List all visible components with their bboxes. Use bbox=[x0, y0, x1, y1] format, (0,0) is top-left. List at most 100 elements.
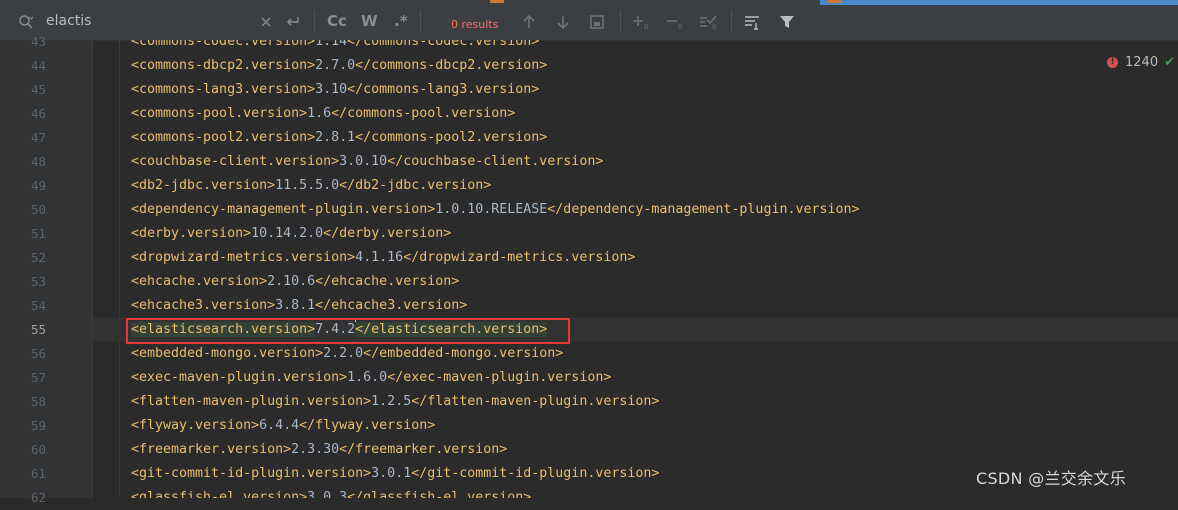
xml-open-tag: <flatten-maven-plugin.version> bbox=[131, 394, 372, 409]
code-line[interactable]: <commons-pool.version>1.6</commons-pool.… bbox=[131, 102, 515, 126]
code-line[interactable]: <commons-dbcp2.version>2.7.0</commons-db… bbox=[131, 54, 547, 78]
code-line[interactable]: <couchbase-client.version>3.0.10</couchb… bbox=[131, 150, 603, 174]
separator bbox=[620, 10, 621, 32]
code-line[interactable]: <commons-pool2.version>2.8.1</commons-po… bbox=[131, 126, 547, 150]
xml-open-tag: <commons-dbcp2.version> bbox=[131, 58, 316, 73]
xml-open-tag: <freemarker.version> bbox=[131, 442, 292, 457]
xml-close-tag: </git-commit-id-plugin.version> bbox=[411, 466, 660, 481]
xml-close-tag: </flatten-maven-plugin.version> bbox=[411, 394, 660, 409]
svg-text:II: II bbox=[712, 23, 716, 30]
code-editor[interactable]: <commons-codec.version>1.14</commons-cod… bbox=[93, 40, 1178, 498]
xml-open-tag: <glassfish-el.version> bbox=[131, 490, 308, 498]
add-occurrence-icon[interactable]: II bbox=[632, 14, 648, 30]
code-line[interactable]: <db2-jdbc.version>11.5.5.0</db2-jdbc.ver… bbox=[131, 174, 491, 198]
code-line[interactable]: <dropwizard-metrics.version>4.1.16</drop… bbox=[131, 246, 635, 270]
xml-open-tag: <db2-jdbc.version> bbox=[131, 178, 276, 193]
newline-icon[interactable] bbox=[285, 14, 301, 30]
code-line[interactable]: <dependency-management-plugin.version>1.… bbox=[131, 198, 860, 222]
xml-close-tag: </flyway.version> bbox=[299, 418, 436, 433]
line-number: 44 bbox=[30, 58, 46, 73]
filter-results-icon[interactable] bbox=[744, 14, 760, 30]
code-line[interactable]: <glassfish-el.version>3.0.3</glassfish-e… bbox=[131, 486, 531, 498]
search-input[interactable] bbox=[46, 12, 246, 30]
line-number: 45 bbox=[30, 82, 46, 97]
words-toggle[interactable]: W bbox=[361, 12, 378, 30]
clear-icon[interactable] bbox=[258, 14, 274, 30]
line-number: 60 bbox=[30, 442, 46, 457]
line-number: 61 bbox=[30, 466, 46, 481]
code-line[interactable]: <commons-codec.version>1.14</commons-cod… bbox=[131, 40, 539, 54]
version-value: 2.10.6 bbox=[267, 274, 316, 289]
xml-close-tag: </commons-dbcp2.version> bbox=[355, 58, 548, 73]
code-line[interactable]: <freemarker.version>2.3.30</freemarker.v… bbox=[131, 438, 507, 462]
xml-close-tag: </ehcache3.version> bbox=[315, 298, 468, 313]
funnel-icon[interactable] bbox=[779, 14, 795, 30]
line-number: 59 bbox=[30, 418, 46, 433]
xml-close-tag: </derby.version> bbox=[323, 226, 452, 241]
version-value: 3.0.1 bbox=[371, 466, 412, 481]
code-line[interactable]: <elasticsearch.version>7.4.2</elasticsea… bbox=[131, 318, 548, 342]
error-count: 1240 bbox=[1125, 55, 1159, 70]
version-value: 11.5.5.0 bbox=[275, 178, 340, 193]
regex-toggle[interactable]: .* bbox=[394, 12, 408, 30]
line-number: 54 bbox=[30, 298, 46, 313]
code-line[interactable]: <exec-maven-plugin.version>1.6.0</exec-m… bbox=[131, 366, 611, 390]
version-value: 3.10 bbox=[315, 82, 348, 97]
remove-occurrence-icon[interactable]: II bbox=[666, 14, 682, 30]
xml-close-tag: </embedded-mongo.version> bbox=[363, 346, 564, 361]
version-value: 10.14.2.0 bbox=[251, 226, 324, 241]
xml-close-tag: </db2-jdbc.version> bbox=[339, 178, 492, 193]
code-line[interactable]: <derby.version>10.14.2.0</derby.version> bbox=[131, 222, 451, 246]
code-line[interactable]: <embedded-mongo.version>2.2.0</embedded-… bbox=[131, 342, 563, 366]
problems-indicator[interactable]: ! 1240 ✔ bbox=[1107, 55, 1175, 70]
version-value: 1.6 bbox=[307, 106, 332, 121]
match-case-toggle[interactable]: Cc bbox=[327, 12, 347, 30]
line-number: 51 bbox=[30, 226, 46, 241]
xml-close-tag: </dropwizard-metrics.version> bbox=[403, 250, 636, 265]
line-number: 49 bbox=[30, 178, 46, 193]
line-number: 43 bbox=[30, 34, 46, 49]
xml-close-tag: </glassfish-el.version> bbox=[347, 490, 532, 498]
indent-guide bbox=[119, 40, 120, 498]
xml-open-tag: <dependency-management-plugin.version> bbox=[131, 202, 436, 217]
code-line[interactable]: <ehcache3.version>3.8.1</ehcache3.versio… bbox=[131, 294, 467, 318]
check-icon: ✔ bbox=[1164, 55, 1175, 70]
line-number: 46 bbox=[30, 106, 46, 121]
line-number: 50 bbox=[30, 202, 46, 217]
line-number-gutter: 43 44 45 46 47 48 49 50 51 52 53 54 55 56 57 58 59 60 61 62 bbox=[0, 34, 93, 505]
separator bbox=[314, 10, 315, 32]
code-line[interactable]: <flatten-maven-plugin.version>1.2.5</fla… bbox=[131, 390, 659, 414]
arrow-up-icon[interactable] bbox=[521, 14, 537, 30]
xml-open-tag: <embedded-mongo.version> bbox=[131, 346, 324, 361]
code-line[interactable]: <git-commit-id-plugin.version>3.0.1</git… bbox=[131, 462, 659, 486]
xml-close-tag: </couchbase-client.version> bbox=[387, 154, 604, 169]
xml-open-tag: <commons-pool.version> bbox=[131, 106, 308, 121]
xml-open-tag: <commons-pool2.version> bbox=[131, 130, 316, 145]
version-value: 3.0.3 bbox=[307, 490, 348, 498]
code-line[interactable]: <commons-lang3.version>3.10</commons-lan… bbox=[131, 78, 539, 102]
version-value: 2.2.0 bbox=[323, 346, 364, 361]
arrow-down-icon[interactable] bbox=[555, 14, 571, 30]
line-number: 62 bbox=[30, 490, 46, 505]
results-count: 0 results bbox=[451, 18, 499, 31]
separator bbox=[731, 10, 732, 32]
line-number: 55 bbox=[30, 322, 46, 337]
xml-close-tag: </commons-pool.version> bbox=[331, 106, 516, 121]
select-all-occurrences-icon[interactable] bbox=[589, 14, 605, 30]
line-number: 58 bbox=[30, 394, 46, 409]
xml-close-tag: </commons-lang3.version> bbox=[347, 82, 540, 97]
xml-open-tag: <exec-maven-plugin.version> bbox=[131, 370, 348, 385]
code-line[interactable]: <ehcache.version>2.10.6</ehcache.version… bbox=[131, 270, 459, 294]
code-line[interactable]: <flyway.version>6.4.4</flyway.version> bbox=[131, 414, 435, 438]
tab-marker bbox=[828, 0, 842, 3]
select-all-icon[interactable]: II bbox=[698, 14, 717, 30]
xml-open-tag: <dropwizard-metrics.version> bbox=[131, 250, 356, 265]
error-icon: ! bbox=[1107, 57, 1118, 68]
xml-open-tag: <elasticsearch.version> bbox=[131, 322, 316, 337]
tab-marker bbox=[490, 0, 504, 3]
version-value: 3.0.10 bbox=[339, 154, 388, 169]
version-value: 3.8.1 bbox=[275, 298, 316, 313]
version-value: 2.8.1 bbox=[315, 130, 356, 145]
line-number: 57 bbox=[30, 370, 46, 385]
search-icon[interactable] bbox=[18, 14, 34, 30]
